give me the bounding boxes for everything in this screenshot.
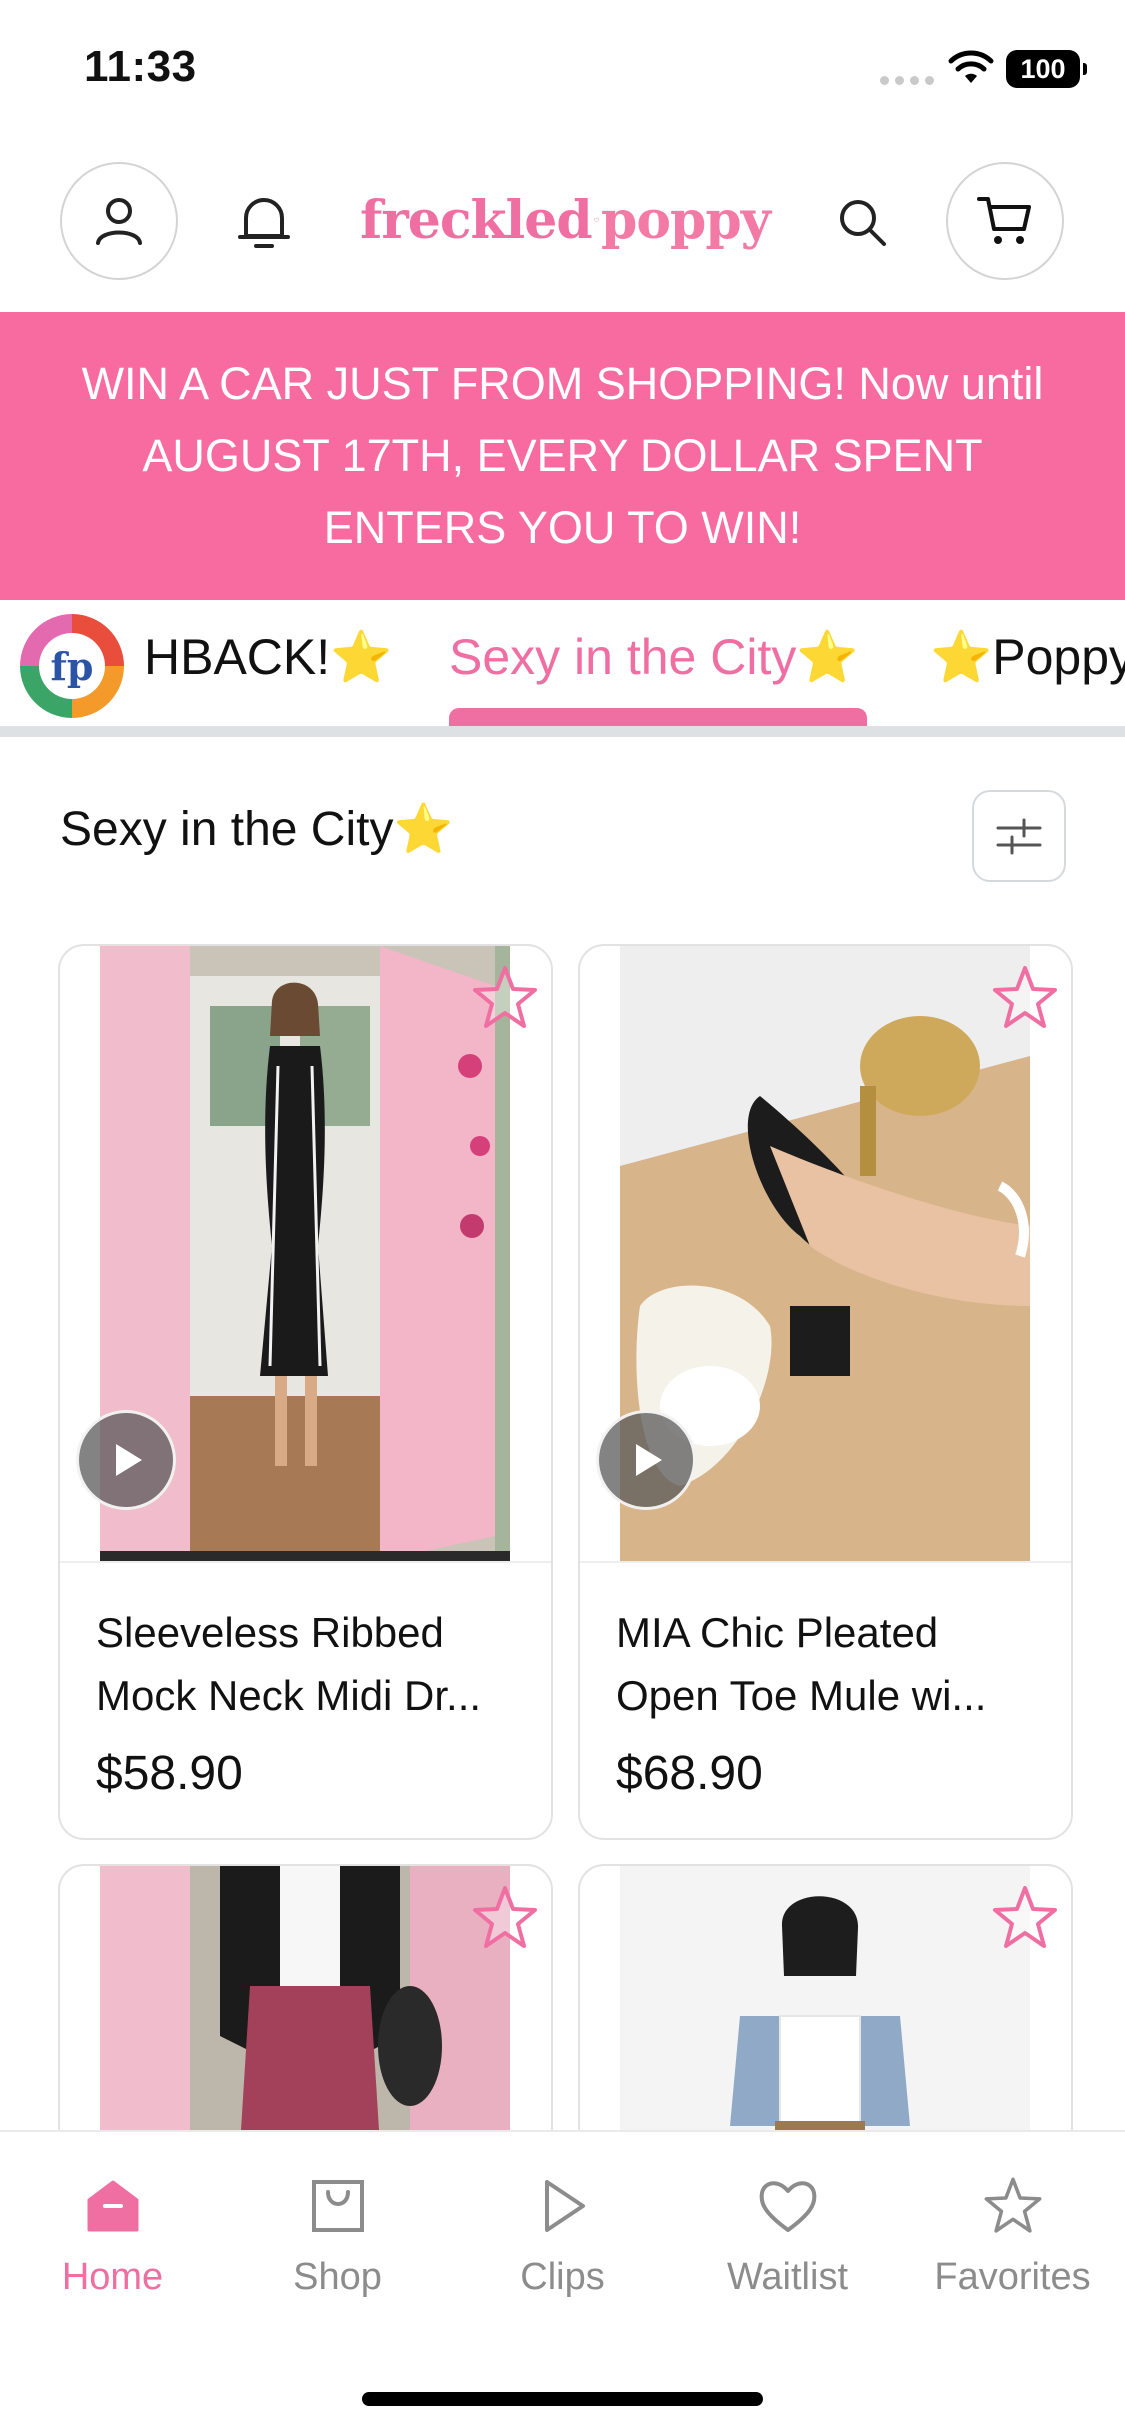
- nav-home[interactable]: Home: [0, 2170, 225, 2299]
- status-bar: 11:33 100: [0, 0, 1125, 140]
- search-icon: [840, 200, 886, 246]
- wifi-icon: [948, 50, 994, 83]
- badge-text: fp: [39, 633, 105, 699]
- freckled-poppy-badge[interactable]: fp: [20, 614, 124, 718]
- product-name-line-1: Sleeveless Ribbed: [96, 1609, 444, 1656]
- tabs-divider: [0, 726, 1125, 737]
- tab-poppy[interactable]: ⭐Poppy: [930, 628, 1125, 687]
- favorite-star-icon[interactable]: [469, 962, 541, 1034]
- logo-word-freckled: freckled: [360, 189, 593, 251]
- product-card[interactable]: Sleeveless Ribbed Mock Neck Midi Dr... $…: [58, 944, 553, 1840]
- search-button[interactable]: [822, 182, 902, 262]
- favorite-star-icon[interactable]: [989, 962, 1061, 1034]
- play-icon: [636, 1444, 662, 1476]
- sliders-icon: [996, 818, 1042, 855]
- nav-shop-label: Shop: [293, 2256, 382, 2298]
- cellular-signal-icon: [880, 76, 934, 85]
- play-icon: [116, 1444, 142, 1476]
- account-button[interactable]: [60, 162, 178, 280]
- play-icon: [527, 2170, 599, 2242]
- nav-waitlist-label: Waitlist: [726, 2256, 849, 2298]
- logo-heart-icon: [593, 217, 599, 223]
- bottom-tab-bar: Home Shop Clips Waitlist Favorites: [0, 2130, 1125, 2436]
- product-name: MIA Chic Pleated Open Toe Mule wi...: [616, 1601, 1046, 1727]
- tab-sexy-in-the-city[interactable]: Sexy in the City⭐: [449, 628, 859, 687]
- star-icon: [977, 2170, 1049, 2242]
- notifications-button[interactable]: [224, 182, 304, 262]
- favorite-star-icon[interactable]: [989, 1882, 1061, 1954]
- card-divider: [60, 1561, 551, 1563]
- promo-text: WIN A CAR JUST FROM SHOPPING! Now until …: [81, 358, 1044, 553]
- nav-favorites-label: Favorites: [934, 2256, 1091, 2298]
- app-header: freckled poppy: [0, 160, 1125, 290]
- tab-hback[interactable]: HBACK!⭐: [144, 628, 392, 687]
- nav-shop[interactable]: Shop: [225, 2170, 450, 2299]
- product-name-line-2: Open Toe Mule wi...: [616, 1672, 987, 1719]
- nav-home-label: Home: [61, 2256, 164, 2298]
- freckled-poppy-logo[interactable]: freckled poppy: [360, 180, 771, 260]
- battery-indicator: 100: [1006, 50, 1087, 88]
- cart-button[interactable]: [946, 162, 1064, 280]
- active-tab-indicator: [449, 708, 867, 728]
- product-price: $68.90: [616, 1747, 763, 1800]
- bag-icon: [302, 2170, 374, 2242]
- filter-button[interactable]: [972, 790, 1066, 882]
- favorite-star-icon[interactable]: [469, 1882, 541, 1954]
- user-icon: [96, 198, 142, 245]
- promo-banner[interactable]: WIN A CAR JUST FROM SHOPPING! Now until …: [0, 312, 1125, 600]
- logo-word-poppy: poppy: [601, 189, 771, 251]
- product-image[interactable]: [60, 946, 551, 1561]
- cart-icon: [977, 197, 1031, 244]
- product-name-line-2: Mock Neck Midi Dr...: [96, 1672, 482, 1719]
- bell-icon: [238, 198, 290, 248]
- heart-icon: [752, 2170, 824, 2242]
- video-play-button[interactable]: [76, 1410, 176, 1510]
- nav-waitlist[interactable]: Waitlist: [675, 2170, 900, 2299]
- product-name: Sleeveless Ribbed Mock Neck Midi Dr...: [96, 1601, 526, 1727]
- product-card[interactable]: MIA Chic Pleated Open Toe Mule wi... $68…: [578, 944, 1073, 1840]
- home-indicator[interactable]: [362, 2392, 763, 2406]
- section-title: Sexy in the City⭐: [60, 803, 454, 856]
- product-name-line-1: MIA Chic Pleated: [616, 1609, 939, 1656]
- nav-clips[interactable]: Clips: [450, 2170, 675, 2299]
- status-time: 11:33: [84, 42, 197, 91]
- product-image[interactable]: [580, 946, 1071, 1561]
- home-icon: [77, 2170, 149, 2242]
- product-price: $58.90: [96, 1747, 243, 1800]
- card-divider: [580, 1561, 1071, 1563]
- nav-clips-label: Clips: [520, 2256, 605, 2298]
- nav-favorites[interactable]: Favorites: [900, 2170, 1125, 2299]
- video-play-button[interactable]: [596, 1410, 696, 1510]
